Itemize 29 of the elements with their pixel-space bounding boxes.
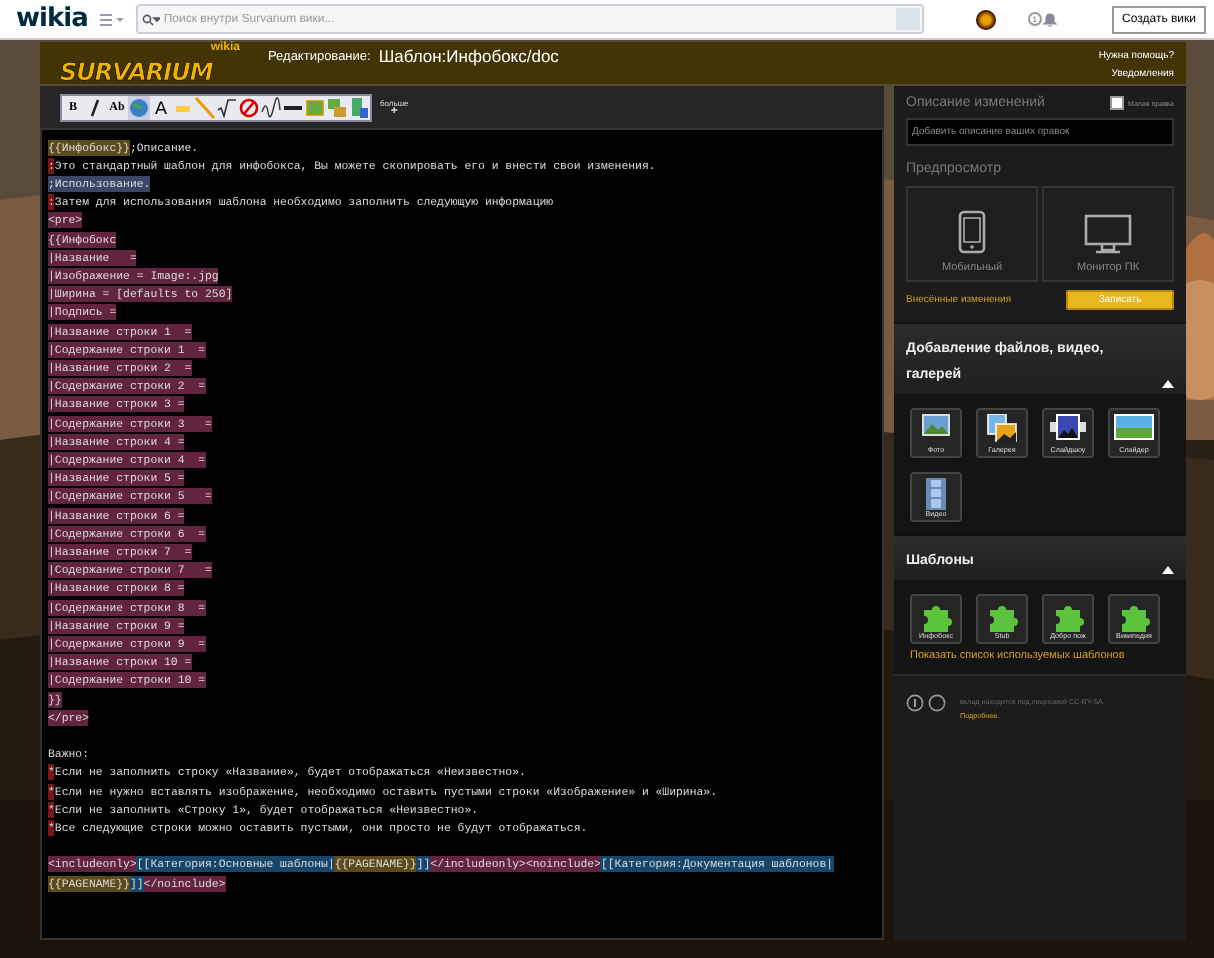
puzzle-icon — [1118, 600, 1150, 632]
mobile-icon — [958, 210, 986, 254]
code-editor[interactable] — [40, 128, 884, 940]
gallery-icon[interactable] — [326, 95, 348, 119]
page-title: Шаблон:Инфобокс/doc — [378, 46, 559, 66]
globe-icon[interactable] — [128, 95, 150, 119]
wiki-logo[interactable]: SURVARIUM — [60, 60, 213, 84]
wikia-logo[interactable]: wikia — [16, 4, 88, 34]
slider-icon — [1114, 414, 1154, 440]
signature-icon[interactable] — [260, 95, 282, 119]
menu-icon[interactable] — [99, 13, 124, 25]
puzzle-icon — [986, 600, 1018, 632]
media-icon[interactable] — [348, 95, 370, 119]
toolbar-button[interactable]: A — [150, 95, 172, 119]
monitor-icon — [1084, 214, 1132, 254]
collapse-icon[interactable] — [1162, 566, 1174, 574]
slideshow-icon — [1050, 414, 1086, 440]
bell-icon[interactable] — [1041, 11, 1058, 27]
photo-icon — [922, 414, 950, 436]
video-icon — [926, 478, 946, 510]
minor-edit-checkbox[interactable] — [1110, 96, 1125, 110]
puzzle-icon — [1052, 600, 1084, 632]
no-format-icon[interactable] — [238, 95, 260, 119]
gallery-icon — [986, 414, 1018, 442]
search-icon[interactable] — [141, 13, 160, 25]
puzzle-icon — [920, 600, 952, 632]
formula-icon[interactable] — [216, 95, 238, 119]
collapse-icon[interactable] — [1162, 380, 1174, 388]
avatar-icon[interactable] — [975, 9, 996, 29]
